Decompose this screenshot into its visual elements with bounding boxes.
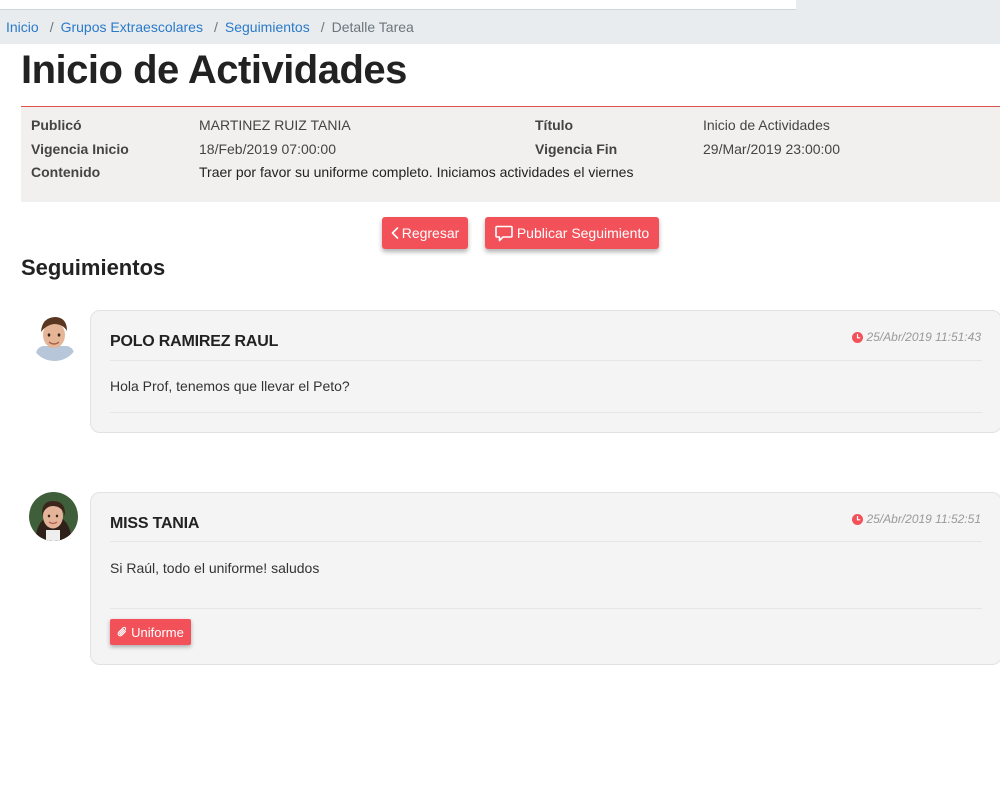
title-label: Título [535, 117, 574, 133]
task-details-panel: Publicó MARTINEZ RUIZ TANIA Título Inici… [21, 106, 1000, 202]
comment-author: POLO RAMIREZ RAUL [110, 333, 279, 350]
paperclip-icon [117, 626, 131, 638]
end-date-label: Vigencia Fin [535, 141, 618, 157]
publish-followup-label: Publicar Seguimiento [516, 225, 650, 241]
published-by-label: Publicó [31, 117, 82, 133]
top-bar-right-segment [796, 0, 1000, 10]
avatar [29, 492, 78, 541]
followups-section-title: Seguimientos [21, 255, 166, 280]
comment-timestamp: 25/Abr/2019 11:51:43 [852, 330, 981, 344]
start-date-value: 18/Feb/2019 07:00:00 [199, 141, 337, 157]
comment-timestamp-text: 25/Abr/2019 11:52:51 [866, 512, 981, 526]
divider [110, 541, 982, 542]
avatar [30, 312, 79, 361]
comment-message: Hola Prof, tenemos que llevar el Peto? [110, 378, 350, 394]
back-button-label: Regresar [401, 225, 460, 241]
published-by-value: MARTINEZ RUIZ TANIA [199, 117, 351, 133]
breadcrumb: Inicio / Grupos Extraescolares / Seguimi… [0, 10, 1000, 44]
comment-author: MISS TANIA [110, 515, 200, 532]
start-date-label: Vigencia Inicio [31, 141, 129, 157]
page-title: Inicio de Actividades [21, 48, 407, 92]
attachment-button[interactable]: Uniforme [110, 619, 191, 645]
breadcrumb-detalle-tarea: Detalle Tarea [331, 19, 414, 35]
clock-icon [852, 513, 866, 525]
comment-timestamp: 25/Abr/2019 11:52:51 [852, 512, 981, 526]
breadcrumb-separator: / [213, 19, 218, 35]
clock-icon [852, 331, 866, 343]
attachment-label: Uniforme [131, 624, 184, 640]
breadcrumb-separator: / [320, 19, 325, 35]
publish-followup-button[interactable]: Publicar Seguimiento [485, 217, 659, 249]
breadcrumb-separator: / [49, 19, 54, 35]
breadcrumb-inicio[interactable]: Inicio [6, 19, 39, 35]
divider [110, 412, 982, 413]
followup-card: POLO RAMIREZ RAUL 25/Abr/2019 11:51:43 H… [90, 310, 1000, 433]
title-value: Inicio de Actividades [703, 117, 830, 133]
divider [110, 360, 982, 361]
divider [110, 608, 982, 609]
breadcrumb-seguimientos[interactable]: Seguimientos [225, 19, 310, 35]
comment-message: Si Raúl, todo el uniforme! saludos [110, 560, 320, 576]
back-button[interactable]: Regresar [382, 217, 468, 249]
comment-timestamp-text: 25/Abr/2019 11:51:43 [866, 330, 981, 344]
content-value: Traer por favor su uniforme completo. In… [199, 164, 634, 180]
breadcrumb-grupos-extraescolares[interactable]: Grupos Extraescolares [61, 19, 203, 35]
content-label: Contenido [31, 164, 101, 180]
followup-card: MISS TANIA 25/Abr/2019 11:52:51 Si Raúl,… [90, 492, 1000, 665]
comment-icon [495, 225, 513, 242]
chevron-left-icon [391, 227, 399, 239]
end-date-value: 29/Mar/2019 23:00:00 [703, 141, 840, 157]
